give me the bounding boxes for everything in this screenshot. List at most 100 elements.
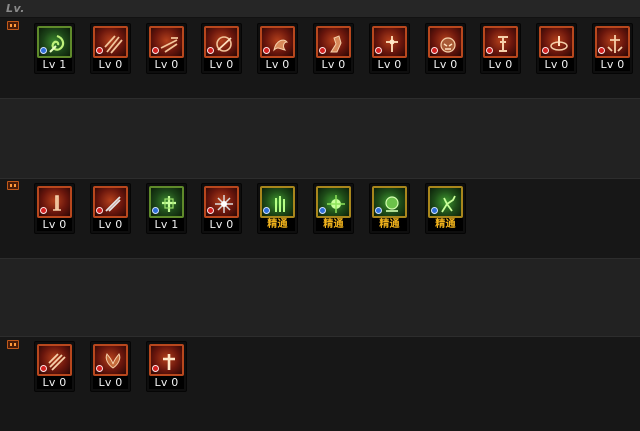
skill-level-label: Lv 0	[149, 376, 184, 389]
skill-2-6[interactable]: 精通	[313, 183, 354, 234]
skill-type-badge-icon	[263, 207, 270, 214]
dragon-icon	[273, 39, 289, 52]
row-level-icon	[7, 181, 19, 190]
skill-3-2[interactable]: Lv 0	[90, 341, 131, 392]
skill-1-1[interactable]: Lv 1	[34, 23, 75, 74]
level-header: Lv.	[6, 2, 25, 15]
skill-level-label: 精通	[316, 218, 351, 231]
skill-art	[149, 186, 184, 218]
skill-type-badge-icon	[152, 47, 159, 54]
vortex-icon	[550, 36, 568, 51]
skill-1-11[interactable]: Lv 0	[592, 23, 633, 74]
skill-type-badge-icon	[431, 47, 438, 54]
skill-1-7[interactable]: Lv 0	[369, 23, 410, 74]
skill-type-badge-icon	[96, 365, 103, 372]
skill-level-label: Lv 0	[483, 58, 518, 71]
skill-art	[37, 344, 72, 376]
skill-art	[93, 344, 128, 376]
skill-type-badge-icon	[375, 47, 382, 54]
green-pillar-icon	[275, 196, 285, 212]
whirlwind-icon	[49, 34, 65, 53]
skill-2-3[interactable]: Lv 1	[146, 183, 187, 234]
row-level-icon	[7, 21, 19, 30]
skill-type-badge-icon	[96, 47, 103, 54]
skill-art	[204, 186, 239, 218]
skill-1-9[interactable]: Lv 0	[480, 23, 521, 74]
empty-band-1	[0, 98, 640, 178]
skill-1-3[interactable]: Lv 0	[146, 23, 187, 74]
triple-slash-icon	[48, 353, 66, 371]
skill-1-2[interactable]: Lv 0	[90, 23, 131, 74]
skill-type-badge-icon	[152, 365, 159, 372]
skill-art	[37, 26, 72, 58]
skill-art	[149, 344, 184, 376]
skill-level-label: 精通	[428, 218, 463, 231]
skill-art	[372, 186, 407, 218]
skill-type-badge-icon	[207, 207, 214, 214]
claw-slash-icon	[104, 35, 123, 54]
skill-2-1[interactable]: Lv 0	[34, 183, 75, 234]
armor-cross-icon	[162, 196, 176, 212]
skill-1-4[interactable]: Lv 0	[201, 23, 242, 74]
skill-level-label: Lv 0	[37, 218, 72, 231]
skill-level-label: Lv 0	[260, 58, 295, 71]
skill-type-badge-icon	[40, 207, 47, 214]
skill-art	[372, 26, 407, 58]
skill-2-2[interactable]: Lv 0	[90, 183, 131, 234]
skill-2-5[interactable]: 精通	[257, 183, 298, 234]
dash-strike-icon	[160, 37, 178, 53]
skill-type-badge-icon	[40, 47, 47, 54]
empty-band-2	[0, 258, 640, 336]
skill-1-6[interactable]: Lv 0	[313, 23, 354, 74]
spirit-icon	[385, 196, 399, 212]
skill-art	[316, 26, 351, 58]
uppercut-icon	[330, 35, 342, 53]
skill-type-badge-icon	[96, 207, 103, 214]
skill-art	[483, 26, 518, 58]
skill-type-badge-icon	[542, 47, 549, 54]
skill-2-7[interactable]: 精通	[369, 183, 410, 234]
header-bar: Lv.	[0, 0, 640, 18]
skill-3-3[interactable]: Lv 0	[146, 341, 187, 392]
skill-type-badge-icon	[263, 47, 270, 54]
skill-type-badge-icon	[319, 47, 326, 54]
skill-2-4[interactable]: Lv 0	[201, 183, 242, 234]
skill-level-label: Lv 0	[204, 58, 239, 71]
cross-slash-icon	[386, 36, 398, 52]
skill-art	[260, 186, 295, 218]
skill-level-label: Lv 0	[93, 58, 128, 71]
divider	[0, 98, 640, 99]
skill-art	[93, 186, 128, 218]
skill-3-1[interactable]: Lv 0	[34, 341, 75, 392]
skill-level-label: Lv 0	[93, 376, 128, 389]
skill-level-label: Lv 0	[37, 376, 72, 389]
skill-art	[316, 186, 351, 218]
skill-art	[428, 186, 463, 218]
skill-art	[428, 26, 463, 58]
skill-type-badge-icon	[152, 207, 159, 214]
beast-roar-icon	[440, 37, 456, 53]
skill-level-label: Lv 1	[37, 58, 72, 71]
skill-1-10[interactable]: Lv 0	[536, 23, 577, 74]
star-burst-icon	[215, 195, 233, 213]
skill-type-badge-icon	[431, 207, 438, 214]
divider	[0, 178, 640, 179]
skill-1-5[interactable]: Lv 0	[257, 23, 298, 74]
diagonal-slash-icon	[105, 196, 121, 212]
skill-1-8[interactable]: Lv 0	[425, 23, 466, 74]
skill-type-badge-icon	[319, 207, 326, 214]
skill-level-label: 精通	[372, 218, 407, 231]
impale-icon	[607, 35, 623, 53]
skill-2-8[interactable]: 精通	[425, 183, 466, 234]
divider	[0, 258, 640, 259]
skill-type-badge-icon	[375, 207, 382, 214]
skill-art	[539, 26, 574, 58]
skill-level-label: Lv 0	[316, 58, 351, 71]
skill-art	[37, 186, 72, 218]
skill-level-label: 精通	[260, 218, 295, 231]
skill-type-badge-icon	[598, 47, 605, 54]
skill-level-label: Lv 1	[149, 218, 184, 231]
skill-level-label: Lv 0	[372, 58, 407, 71]
blade-stand-icon	[53, 195, 61, 211]
leaping-warrior-icon	[441, 195, 456, 213]
